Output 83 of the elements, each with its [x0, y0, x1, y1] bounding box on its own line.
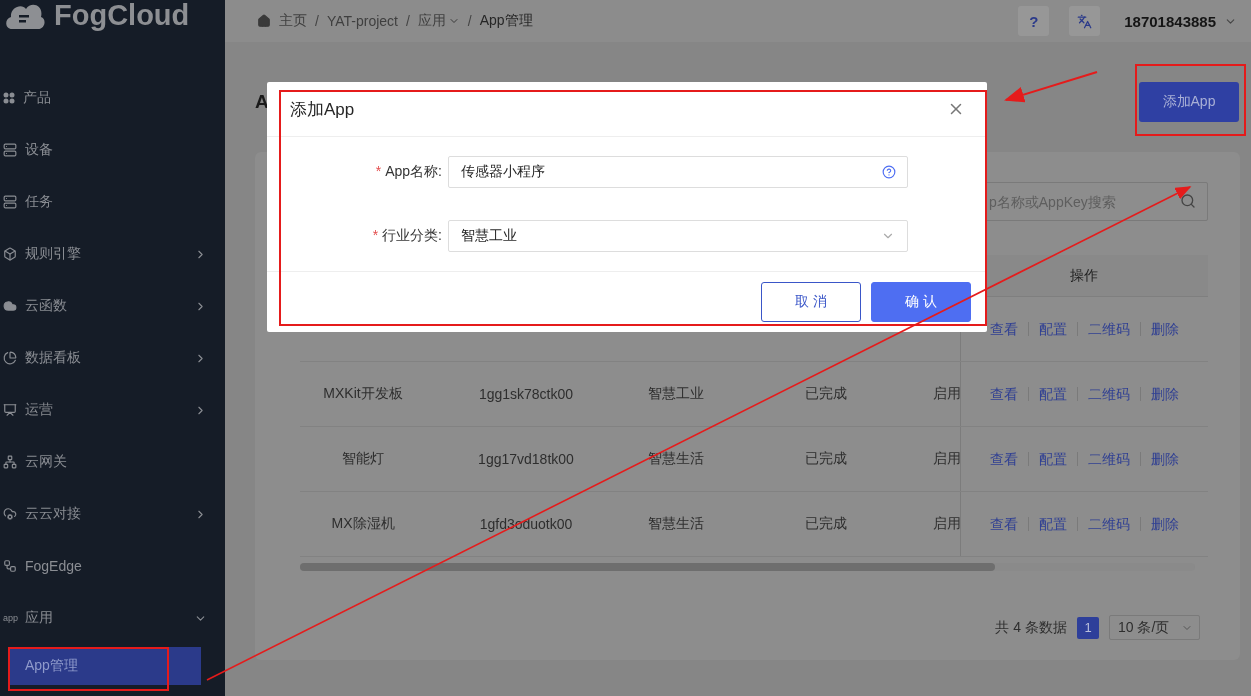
scrollbar-track[interactable] — [300, 563, 1195, 571]
table-cell-text: 启用 — [932, 385, 960, 403]
column-header: 操作 — [1069, 265, 1099, 285]
presentation-icon — [3, 403, 17, 417]
table-cell-text: MX除湿机 — [330, 515, 396, 533]
page-button[interactable]: 1 — [1077, 616, 1099, 639]
cloud-gear-icon — [3, 507, 17, 521]
breadcrumb-link[interactable]: 主页 — [279, 12, 307, 30]
action-link[interactable]: 配置 — [1028, 452, 1077, 466]
user-name[interactable]: 18701843885 — [1124, 12, 1216, 30]
confirm-button[interactable]: 确 认 — [871, 282, 971, 322]
workflow-icon — [3, 559, 17, 573]
action-link[interactable]: 配置 — [1028, 322, 1077, 336]
server-icon — [3, 143, 17, 157]
select-field[interactable]: 智慧工业 — [448, 220, 908, 253]
action-link[interactable]: 配置 — [1028, 517, 1077, 531]
table-cell-text: 智慧工业 — [647, 385, 705, 403]
action-link[interactable]: 删除 — [1140, 322, 1189, 336]
translate-icon — [1077, 13, 1093, 29]
sidebar-item[interactable]: 云网关 — [0, 436, 225, 488]
sidebar-item[interactable]: 云云对接 — [0, 488, 225, 540]
page-title: A — [255, 91, 269, 113]
action-link[interactable]: 查看 — [980, 387, 1028, 401]
input-field[interactable]: 传感器小程序 — [448, 156, 908, 189]
sidebar-item[interactable]: FogEdge — [0, 540, 225, 592]
pie-chart-icon — [3, 351, 17, 365]
table-cell-text: MXKit开发板 — [322, 385, 404, 403]
action-link[interactable]: 查看 — [980, 517, 1028, 531]
table-cell-text: 智能灯 — [341, 450, 385, 468]
sidebar-item[interactable]: 云函数 — [0, 280, 225, 332]
home-icon — [257, 14, 271, 28]
total-count: 共 4 条数据 — [995, 618, 1067, 637]
search-icon — [1180, 193, 1196, 209]
table-cell-text: 1gg1sk78ctk00 — [477, 386, 575, 402]
breadcrumb-link[interactable]: YAT-project — [326, 13, 398, 29]
translate-button[interactable] — [1069, 6, 1101, 36]
table-cell-text: 已完成 — [804, 515, 848, 533]
action-link[interactable]: 二维码 — [1077, 387, 1140, 401]
action-link[interactable]: 删除 — [1140, 452, 1189, 466]
table-cell-text: 已完成 — [804, 385, 848, 403]
action-link[interactable]: 二维码 — [1077, 517, 1140, 531]
table-cell-text: 启用 — [932, 515, 960, 533]
logo-text: FogCloud — [54, 0, 190, 33]
field-label: * App名称: — [374, 163, 443, 182]
sidebar-item[interactable]: 规则引擎 — [0, 228, 225, 280]
action-link[interactable]: 二维码 — [1077, 322, 1140, 336]
add-app-button[interactable]: 添加App — [1139, 82, 1239, 122]
page-size-select[interactable]: 10 条/页 — [1109, 615, 1200, 640]
breadcrumb-separator: / — [315, 13, 319, 29]
grid-icon — [3, 92, 15, 104]
app-icon-label: app — [3, 613, 17, 623]
breadcrumb-link[interactable]: App管理 — [479, 12, 533, 30]
breadcrumb-link[interactable]: 应用 — [417, 12, 446, 30]
action-link[interactable]: 配置 — [1028, 387, 1077, 401]
breadcrumb-separator: / — [405, 13, 410, 29]
sidebar-item[interactable]: app 应用 — [0, 592, 225, 644]
network-icon — [3, 455, 17, 469]
sidebar-item[interactable]: 数据看板 — [0, 332, 225, 384]
cube-icon — [3, 247, 17, 261]
action-link[interactable]: 删除 — [1140, 517, 1189, 531]
required-mark: * — [375, 163, 382, 180]
dialog-title: 添加App — [290, 98, 355, 121]
table-cell-text: 已完成 — [804, 450, 848, 468]
cloud-icon — [3, 299, 17, 313]
required-mark: * — [372, 227, 379, 244]
action-link[interactable]: 查看 — [980, 452, 1028, 466]
scrollbar-thumb[interactable] — [300, 563, 995, 571]
cancel-button[interactable]: 取 消 — [761, 282, 861, 322]
sidebar-item[interactable]: 设备 — [0, 124, 225, 176]
breadcrumb-separator: / — [467, 13, 472, 29]
help-button[interactable]: ? — [1018, 6, 1050, 36]
action-link[interactable]: 删除 — [1140, 387, 1189, 401]
table-cell-text: 启用 — [932, 450, 960, 468]
table-cell-text: 智慧生活 — [647, 515, 705, 533]
sidebar-item[interactable]: 任务 — [0, 176, 225, 228]
field-label: * 行业分类: — [371, 227, 443, 246]
sidebar-item[interactable]: 产品 — [0, 72, 225, 124]
table-cell-text: 1gg17vd18tk00 — [477, 451, 575, 467]
action-link[interactable]: 二维码 — [1077, 452, 1140, 466]
sidebar-item[interactable]: 运营 — [0, 384, 225, 436]
server-icon — [3, 195, 17, 209]
sidebar-subitem[interactable]: App管理 — [10, 647, 201, 685]
help-icon[interactable] — [882, 165, 896, 180]
